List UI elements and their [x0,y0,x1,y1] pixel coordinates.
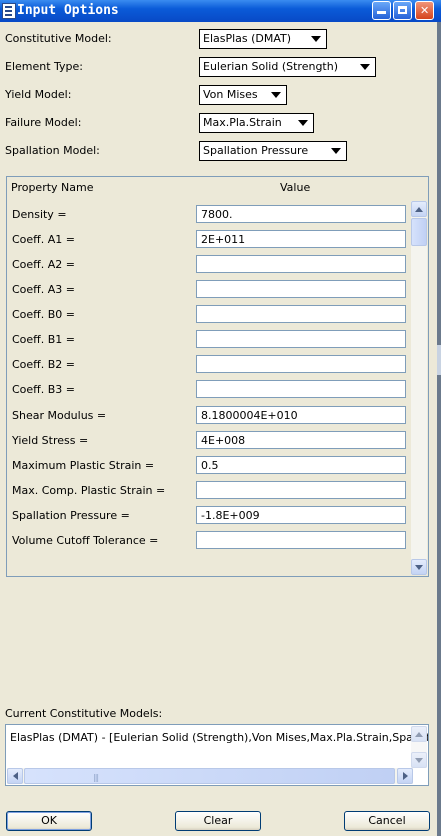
property-row-density: Density = 7800. [12,205,407,224]
property-row-coeff-a3: Coeff. A3 = [12,280,407,299]
constitutive-model-value: ElasPlas (DMAT) [203,32,292,45]
spallation-model-label: Spallation Model: [5,144,100,157]
property-name: Yield Stress = [12,434,89,447]
arrow-up-icon [415,732,423,737]
property-row-max-plastic-strain: Maximum Plastic Strain = 0.5 [12,456,407,475]
property-name: Coeff. B0 = [12,308,76,321]
property-row-coeff-b1: Coeff. B1 = [12,330,407,349]
window-edge [437,22,441,836]
scroll-left-button[interactable] [7,768,23,784]
property-name: Coeff. A3 = [12,283,75,296]
arrow-left-icon [13,772,18,780]
property-value-field[interactable] [196,255,406,273]
scroll-down-button[interactable] [411,559,427,575]
property-row-coeff-b0: Coeff. B0 = [12,305,407,324]
minimize-icon [377,6,386,14]
current-models-horizontal-scrollbar[interactable]: ||| [7,768,413,784]
current-models-vertical-scrollbar[interactable] [411,726,427,768]
maximize-button[interactable] [393,1,412,20]
property-row-coeff-b3: Coeff. B3 = [12,380,407,399]
constitutive-model-label: Constitutive Model: [5,32,112,45]
property-value-field[interactable]: 0.5 [196,456,406,474]
property-grid: Property Name Value Density = 7800. Coef… [6,176,429,577]
property-row-max-comp-plastic-strain: Max. Comp. Plastic Strain = [12,481,407,500]
property-value-field[interactable]: 8.1800004E+010 [196,406,406,424]
property-name: Coeff. B3 = [12,383,76,396]
element-type-label: Element Type: [5,60,84,73]
property-name: Max. Comp. Plastic Strain = [12,484,166,497]
grip-icon: ||| [93,773,99,782]
chevron-down-icon [331,148,341,154]
maximize-icon [398,6,407,14]
failure-model-value: Max.Pla.Strain [203,116,282,129]
current-models-list[interactable]: ElasPlas (DMAT) - [Eulerian Solid (Stren… [5,724,429,786]
property-value-field[interactable] [196,531,406,549]
current-models-label: Current Constitutive Models: [5,707,163,720]
property-row-yield-stress: Yield Stress = 4E+008 [12,431,407,450]
scroll-down-button[interactable] [411,752,427,768]
arrow-up-icon [415,207,423,212]
constitutive-model-select[interactable]: ElasPlas (DMAT) [199,29,327,49]
property-value-field[interactable]: 7800. [196,205,406,223]
spallation-model-value: Spallation Pressure [203,144,309,157]
failure-model-label: Failure Model: [5,116,82,129]
property-row-shear-modulus: Shear Modulus = 8.1800004E+010 [12,406,407,425]
property-name: Coeff. A1 = [12,233,75,246]
property-value-field[interactable] [196,380,406,398]
chevron-down-icon [311,36,321,42]
property-value-field[interactable]: -1.8E+009 [196,506,406,524]
property-name: Coeff. B2 = [12,358,76,371]
property-row-coeff-b2: Coeff. B2 = [12,355,407,374]
property-row-coeff-a1: Coeff. A1 = 2E+011 [12,230,407,249]
property-row-volume-cutoff-tolerance: Volume Cutoff Tolerance = [12,531,407,550]
property-value-field[interactable] [196,305,406,323]
failure-model-select[interactable]: Max.Pla.Strain [199,113,314,133]
close-icon [420,2,429,20]
property-value-field[interactable] [196,481,406,499]
property-row-spallation-pressure: Spallation Pressure = -1.8E+009 [12,506,407,525]
spallation-model-select[interactable]: Spallation Pressure [199,141,347,161]
yield-model-select[interactable]: Von Mises [199,85,287,105]
property-name: Shear Modulus = [12,409,107,422]
chevron-down-icon [298,120,308,126]
title-bar[interactable]: Input Options [0,0,441,22]
ok-button[interactable]: OK [6,811,92,831]
scroll-thumb[interactable] [411,218,427,246]
chevron-down-icon [360,64,370,70]
element-type-select[interactable]: Eulerian Solid (Strength) [199,57,376,77]
property-value-field[interactable]: 2E+011 [196,230,406,248]
property-row-coeff-a2: Coeff. A2 = [12,255,407,274]
property-name: Spallation Pressure = [12,509,130,522]
property-value-field[interactable]: 4E+008 [196,431,406,449]
app-window-icon[interactable] [2,3,16,19]
cancel-button[interactable]: Cancel [344,811,430,831]
property-name: Density = [12,208,67,221]
scroll-up-button[interactable] [411,201,427,217]
yield-model-label: Yield Model: [5,88,72,101]
clear-button[interactable]: Clear [175,811,261,831]
scroll-up-button[interactable] [411,726,427,742]
chevron-down-icon [271,92,281,98]
property-value-field[interactable] [196,330,406,348]
property-name-header: Property Name [11,181,94,194]
value-header: Value [280,181,311,194]
arrow-down-icon [415,565,423,570]
property-name: Coeff. A2 = [12,258,75,271]
property-value-field[interactable] [196,280,406,298]
scroll-right-button[interactable] [397,768,413,784]
horizontal-scroll-thumb[interactable]: ||| [24,768,395,784]
property-value-field[interactable] [196,355,406,373]
property-name: Volume Cutoff Tolerance = [12,534,159,547]
current-model-entry[interactable]: ElasPlas (DMAT) - [Eulerian Solid (Stren… [10,731,428,744]
property-name: Maximum Plastic Strain = [12,459,155,472]
yield-model-value: Von Mises [203,88,258,101]
arrow-down-icon [415,758,423,763]
close-button[interactable] [415,1,434,20]
element-type-value: Eulerian Solid (Strength) [203,60,339,73]
property-name: Coeff. B1 = [12,333,76,346]
arrow-right-icon [403,772,408,780]
property-grid-vertical-scrollbar[interactable] [411,201,427,575]
window-title: Input Options [17,3,119,18]
minimize-button[interactable] [372,1,391,20]
